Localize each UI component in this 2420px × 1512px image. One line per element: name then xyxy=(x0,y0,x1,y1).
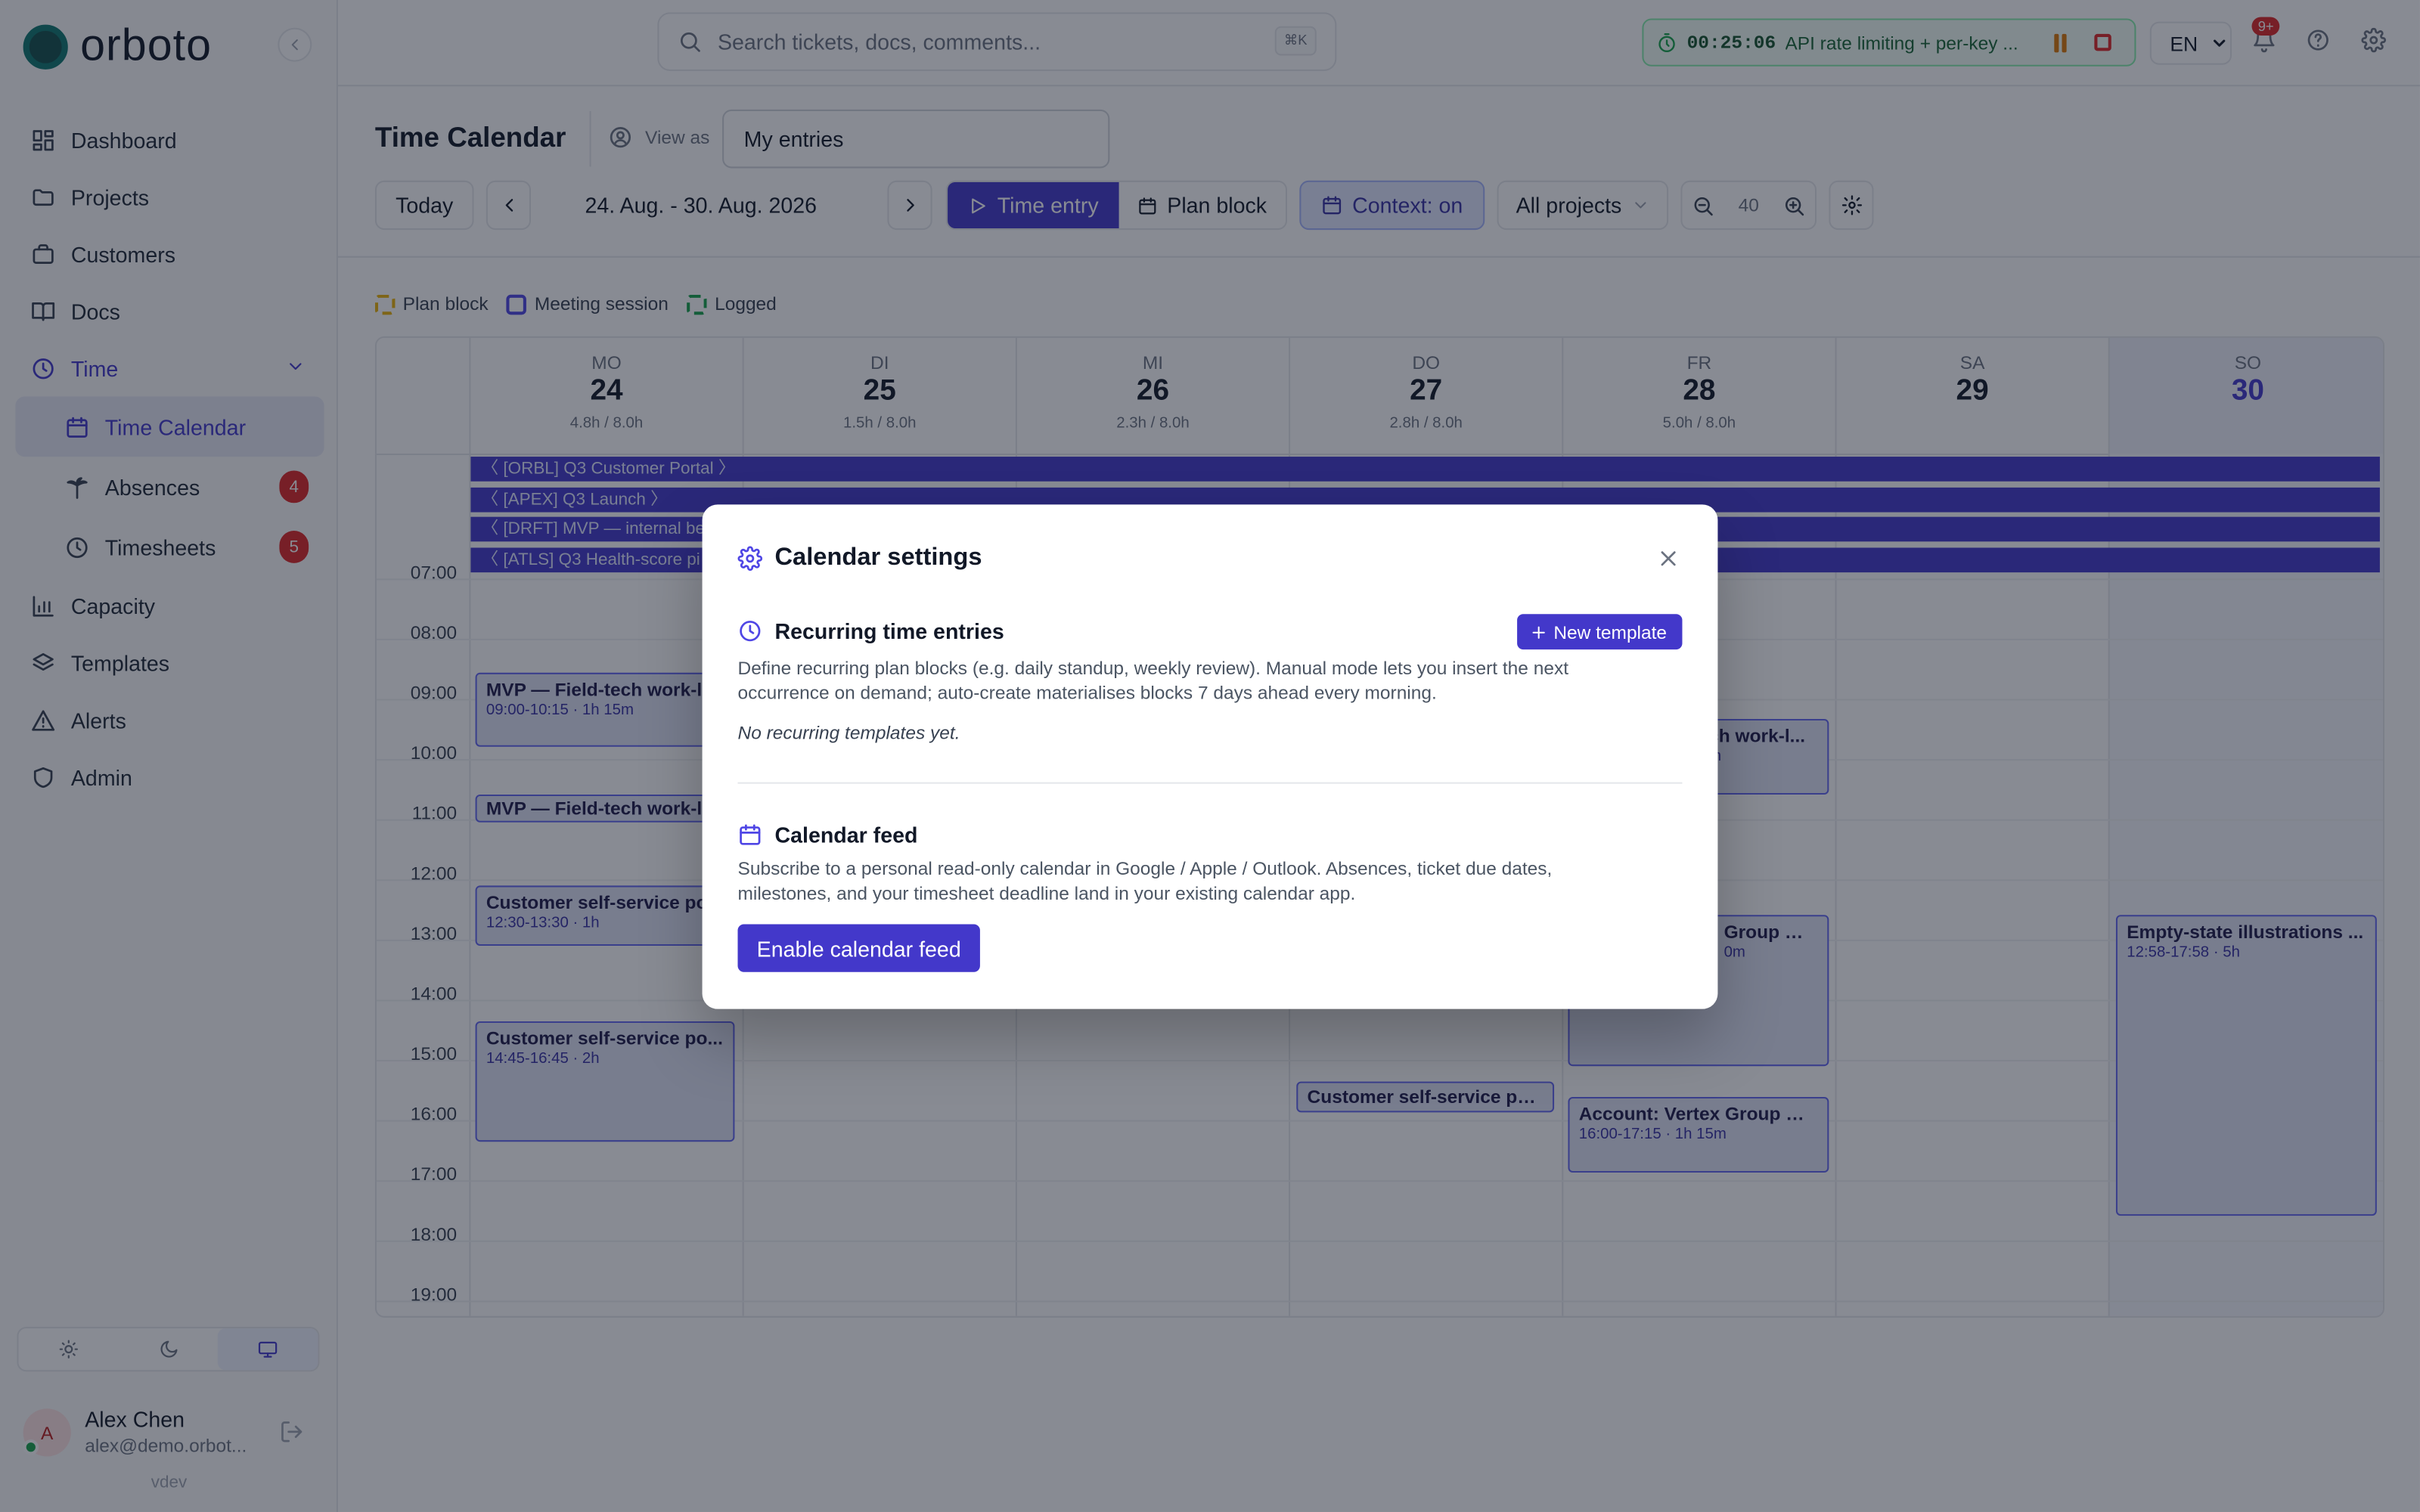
calendar-icon xyxy=(740,824,761,845)
new-template-button[interactable]: New template xyxy=(1516,614,1683,650)
recurring-description: Define recurring plan blocks (e.g. daily… xyxy=(737,657,1568,704)
recurring-section-heading: Recurring time entries xyxy=(738,618,1004,643)
clock-icon xyxy=(740,621,761,642)
calendar-settings-dialog: Calendar settings Recurring time entries… xyxy=(702,504,1718,1009)
new-template-label: New template xyxy=(1553,621,1668,643)
dialog-title: Calendar settings xyxy=(737,544,982,572)
feed-description: Subscribe to a personal read-only calend… xyxy=(737,857,1553,904)
section-divider xyxy=(737,782,1683,784)
close-dialog-button[interactable] xyxy=(1656,546,1681,571)
plus-icon xyxy=(1531,625,1545,638)
recurring-empty-state: No recurring templates yet. xyxy=(737,722,960,744)
enable-calendar-feed-button[interactable]: Enable calendar feed xyxy=(737,924,980,972)
dialog-title-text: Calendar settings xyxy=(774,544,982,572)
recurring-title: Recurring time entries xyxy=(774,618,1004,644)
feed-title: Calendar feed xyxy=(774,822,918,847)
gear-icon xyxy=(737,546,763,572)
close-icon xyxy=(1661,551,1676,566)
feed-section-heading: Calendar feed xyxy=(738,822,918,847)
